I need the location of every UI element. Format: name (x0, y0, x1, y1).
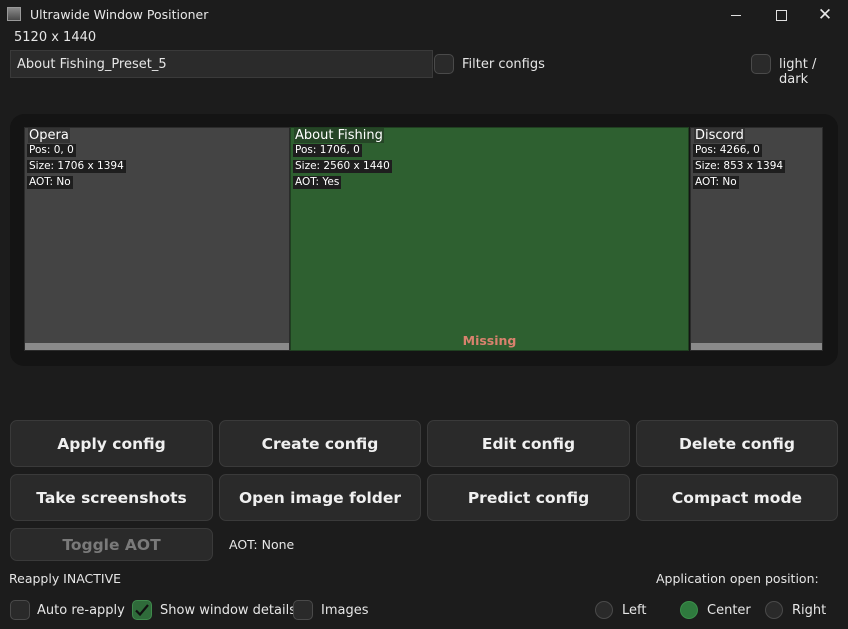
window-size: Size: 853 x 1394 (693, 160, 786, 173)
theme-toggle-checkbox[interactable] (751, 54, 771, 74)
open-image-folder-button[interactable]: Open image folder (219, 474, 421, 521)
open-center-radio[interactable] (680, 601, 698, 619)
window-aot: AOT: Yes (293, 176, 342, 189)
minimize-button[interactable] (713, 0, 759, 30)
delete-config-button[interactable]: Delete config (636, 420, 838, 467)
open-left-label: Left (622, 603, 647, 618)
window-aot: AOT: No (27, 176, 73, 189)
maximize-icon (775, 9, 787, 21)
create-config-button[interactable]: Create config (219, 420, 421, 467)
open-position-label: Application open position: (656, 571, 819, 586)
app-icon (7, 7, 21, 21)
window-name: Discord (694, 128, 745, 143)
close-icon: ✕ (817, 5, 833, 25)
filter-configs-checkbox[interactable] (434, 54, 454, 74)
auto-reapply-label: Auto re-apply (37, 603, 125, 618)
window-name: Opera (28, 128, 70, 143)
open-right-label: Right (792, 603, 827, 618)
show-window-details-label: Show window details (160, 603, 296, 618)
compact-mode-button[interactable]: Compact mode (636, 474, 838, 521)
aot-status: AOT: None (229, 537, 295, 552)
images-checkbox[interactable] (293, 600, 313, 620)
maximize-button[interactable] (758, 0, 804, 30)
window-taskbar-strip (691, 343, 822, 350)
window-taskbar-strip (25, 343, 289, 350)
reapply-status: Reapply INACTIVE (9, 571, 122, 586)
config-select[interactable]: About Fishing_Preset_5 (10, 50, 433, 78)
apply-config-button[interactable]: Apply config (10, 420, 213, 467)
window-pos: Pos: 0, 0 (27, 144, 76, 157)
auto-reapply-checkbox[interactable] (10, 600, 30, 620)
open-right-radio[interactable] (765, 601, 783, 619)
window-name: About Fishing (294, 128, 384, 143)
preview-window-about-fishing[interactable]: About Fishing Pos: 1706, 0 Size: 2560 x … (290, 127, 689, 351)
theme-toggle-label: light / dark (779, 57, 817, 87)
open-center-label: Center (707, 603, 751, 618)
minimize-icon (731, 14, 741, 16)
window-title: Ultrawide Window Positioner (30, 7, 209, 22)
checkmark-icon (135, 604, 149, 617)
close-button[interactable]: ✕ (802, 0, 848, 30)
preview-window-opera[interactable]: Opera Pos: 0, 0 Size: 1706 x 1394 AOT: N… (24, 127, 290, 351)
screen-resolution: 5120 x 1440 (14, 30, 97, 45)
window-aot: AOT: No (693, 176, 739, 189)
images-label: Images (321, 603, 369, 618)
edit-config-button[interactable]: Edit config (427, 420, 630, 467)
predict-config-button[interactable]: Predict config (427, 474, 630, 521)
window-pos: Pos: 4266, 0 (693, 144, 762, 157)
take-screenshots-button[interactable]: Take screenshots (10, 474, 213, 521)
window-pos: Pos: 1706, 0 (293, 144, 362, 157)
preview-window-discord[interactable]: Discord Pos: 4266, 0 Size: 853 x 1394 AO… (690, 127, 823, 351)
show-window-details-checkbox[interactable] (132, 600, 152, 620)
open-left-radio[interactable] (595, 601, 613, 619)
window-size: Size: 1706 x 1394 (27, 160, 126, 173)
filter-configs-label: Filter configs (462, 57, 545, 72)
missing-status: Missing (462, 333, 517, 348)
toggle-aot-button[interactable]: Toggle AOT (10, 528, 213, 561)
window-size: Size: 2560 x 1440 (293, 160, 392, 173)
